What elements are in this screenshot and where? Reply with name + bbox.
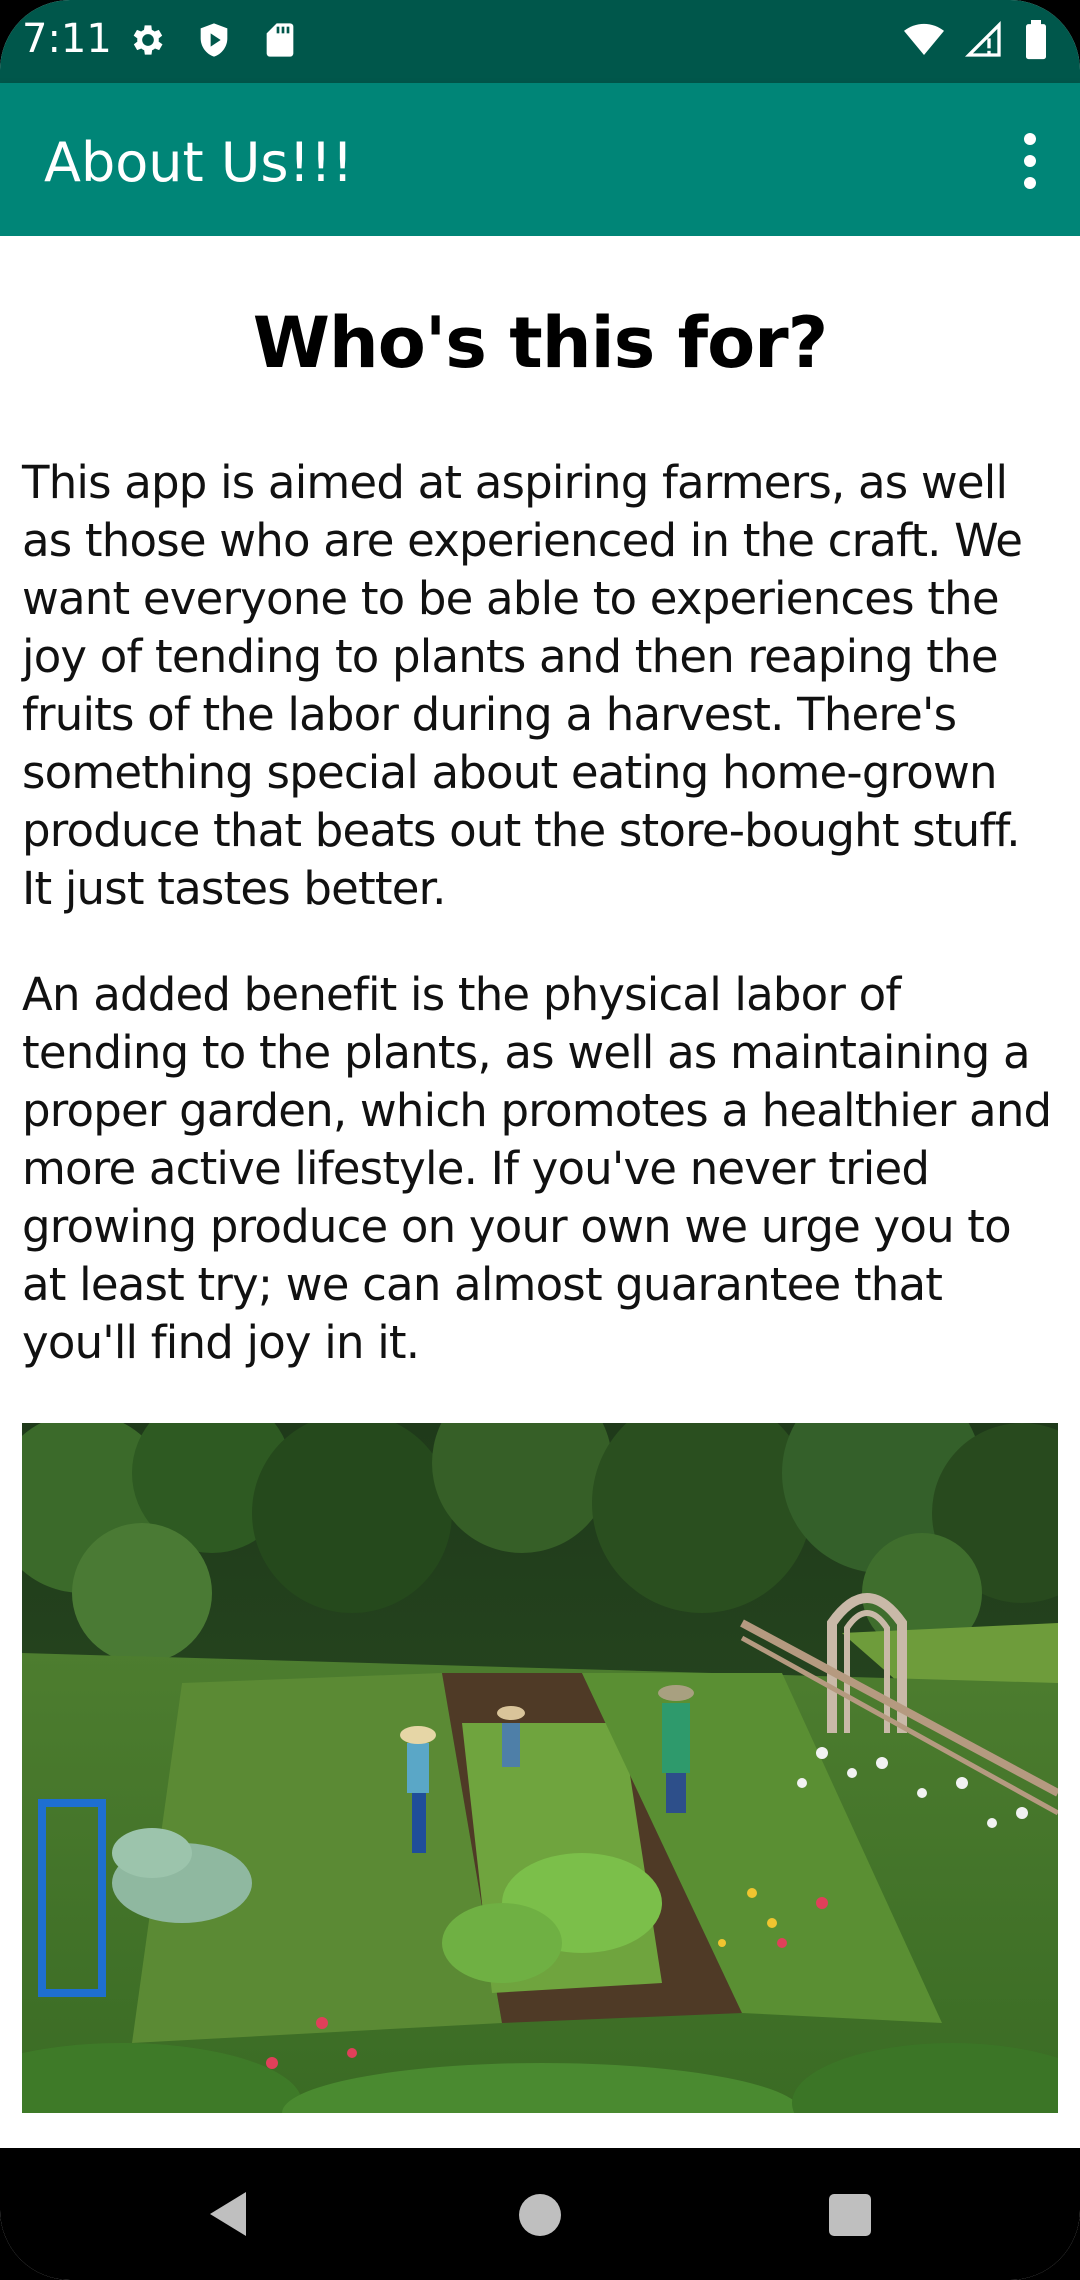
- app-bar: About Us!!!: [0, 83, 1080, 236]
- more-vert-icon[interactable]: [1020, 133, 1040, 189]
- page-heading: Who's this for?: [252, 302, 829, 384]
- sd-card-icon: [266, 23, 294, 57]
- recents-icon[interactable]: [829, 2194, 871, 2236]
- menu-dot: [1024, 177, 1036, 189]
- wifi-icon: [904, 23, 944, 55]
- status-left-icons: [128, 20, 300, 60]
- garden-photo: [22, 1423, 1058, 2113]
- back-icon[interactable]: [206, 2190, 250, 2238]
- phone-screen: 7:11 About Us!!! Who's this for? This ap…: [0, 0, 1080, 2280]
- about-content: Who's this for? This app is aimed at asp…: [0, 236, 1080, 2148]
- status-bar: 7:11: [0, 0, 1080, 83]
- cell-signal-icon: [964, 20, 1001, 57]
- status-time: 7:11: [22, 16, 112, 62]
- about-paragraph-2: An added benefit is the physical labor o…: [22, 968, 1052, 1369]
- home-icon[interactable]: [519, 2194, 561, 2236]
- navigation-bar: [0, 2148, 1080, 2280]
- shield-icon: [200, 23, 228, 57]
- battery-icon: [1026, 20, 1046, 60]
- menu-dot: [1024, 155, 1036, 167]
- status-right-icons: [902, 20, 1050, 60]
- gear-icon: [133, 25, 163, 55]
- menu-dot: [1024, 133, 1036, 145]
- app-title: About Us!!!: [44, 131, 354, 194]
- about-paragraph-1: This app is aimed at aspiring farmers, a…: [22, 456, 1023, 915]
